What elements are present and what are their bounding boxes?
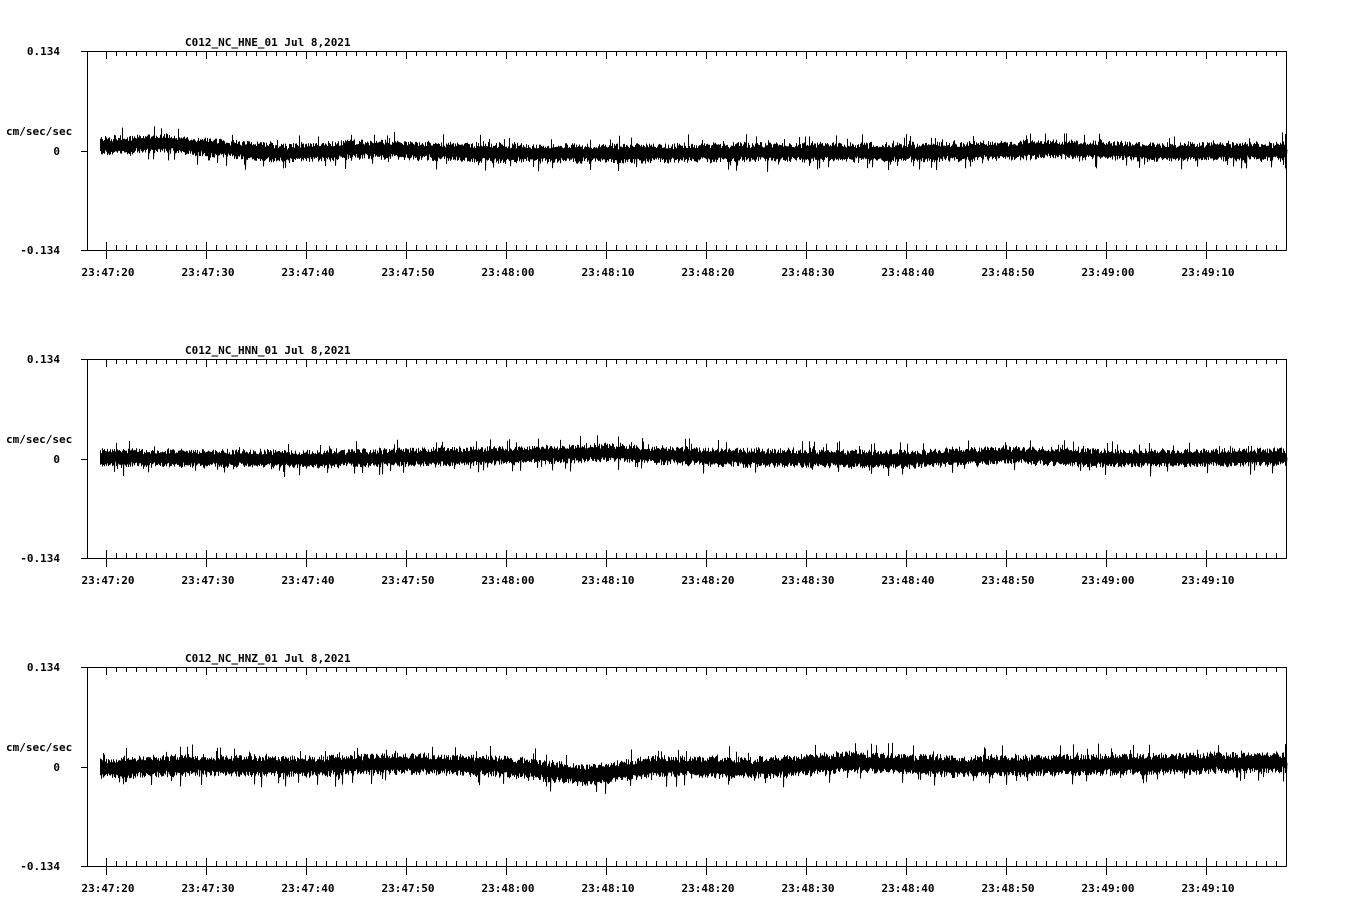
x-tick-label: 23:48:00 [482, 266, 535, 279]
seismogram-figure: 0.134 0 -0.134 cm/sec/sec C012_NC_HNE_01 Jul… [6, 36, 1288, 895]
y-tick-label: -0.134 [20, 552, 60, 565]
x-tick-label: 23:47:20 [82, 266, 135, 279]
y-tick-label: 0.134 [27, 353, 60, 366]
x-tick-label: 23:47:30 [182, 882, 235, 895]
x-tick-label: 23:48:50 [982, 574, 1035, 587]
x-tick-label: 23:48:30 [782, 882, 835, 895]
x-tick-label: 23:48:20 [682, 882, 735, 895]
seismogram-panel-3: 0.134 0 -0.134 cm/sec/sec C012_NC_HNZ_01 Jul… [6, 652, 1288, 895]
x-tick-label: 23:48:20 [682, 266, 735, 279]
x-tick-label: 23:49:00 [1082, 882, 1135, 895]
x-tick-label: 23:49:10 [1182, 882, 1235, 895]
x-tick-label: 23:47:20 [82, 882, 135, 895]
x-tick-label: 23:47:50 [382, 882, 435, 895]
x-tick-label: 23:47:40 [282, 266, 335, 279]
y-tick-label: 0 [53, 761, 60, 774]
x-tick-label: 23:47:40 [282, 882, 335, 895]
x-tick-label: 23:48:10 [582, 266, 635, 279]
x-tick-label: 23:48:20 [682, 574, 735, 587]
seismic-trace [100, 126, 1288, 172]
y-axis-label: cm/sec/sec [6, 125, 72, 138]
x-tick-label: 23:48:30 [782, 574, 835, 587]
x-tick-label: 23:49:00 [1082, 266, 1135, 279]
x-tick-label: 23:48:50 [982, 882, 1035, 895]
y-tick-label: -0.134 [20, 860, 60, 873]
chart-title: C012_NC_HNN_01 Jul 8,2021 [185, 344, 351, 357]
x-tick-label: 23:47:50 [382, 574, 435, 587]
x-tick-label: 23:48:10 [582, 574, 635, 587]
seismogram-panel-1: 0.134 0 -0.134 cm/sec/sec C012_NC_HNE_01 Jul… [6, 36, 1288, 279]
y-tick-label: 0 [53, 145, 60, 158]
x-tick-label: 23:48:40 [882, 882, 935, 895]
y-axis-label: cm/sec/sec [6, 433, 72, 446]
x-tick-label: 23:47:40 [282, 574, 335, 587]
x-tick-label: 23:48:30 [782, 266, 835, 279]
x-tick-label: 23:48:40 [882, 574, 935, 587]
x-tick-label: 23:47:30 [182, 266, 235, 279]
x-tick-label: 23:48:00 [482, 574, 535, 587]
x-tick-label: 23:48:10 [582, 882, 635, 895]
seismogram-panel-2: 0.134 0 -0.134 cm/sec/sec C012_NC_HNN_01 Jul… [6, 344, 1288, 587]
y-tick-label: 0.134 [27, 661, 60, 674]
x-tick-label: 23:47:20 [82, 574, 135, 587]
x-tick-label: 23:47:50 [382, 266, 435, 279]
x-tick-label: 23:48:50 [982, 266, 1035, 279]
y-tick-label: 0.134 [27, 45, 60, 58]
x-tick-label: 23:48:40 [882, 266, 935, 279]
y-tick-label: -0.134 [20, 244, 60, 257]
x-tick-label: 23:49:10 [1182, 266, 1235, 279]
seismic-trace [100, 742, 1288, 794]
chart-title: C012_NC_HNE_01 Jul 8,2021 [185, 36, 351, 49]
x-tick-label: 23:47:30 [182, 574, 235, 587]
x-tick-label: 23:49:10 [1182, 574, 1235, 587]
x-tick-label: 23:48:00 [482, 882, 535, 895]
chart-title: C012_NC_HNZ_01 Jul 8,2021 [185, 652, 351, 665]
x-tick-label: 23:49:00 [1082, 574, 1135, 587]
y-axis-label: cm/sec/sec [6, 741, 72, 754]
seismic-trace [100, 435, 1288, 478]
y-tick-label: 0 [53, 453, 60, 466]
